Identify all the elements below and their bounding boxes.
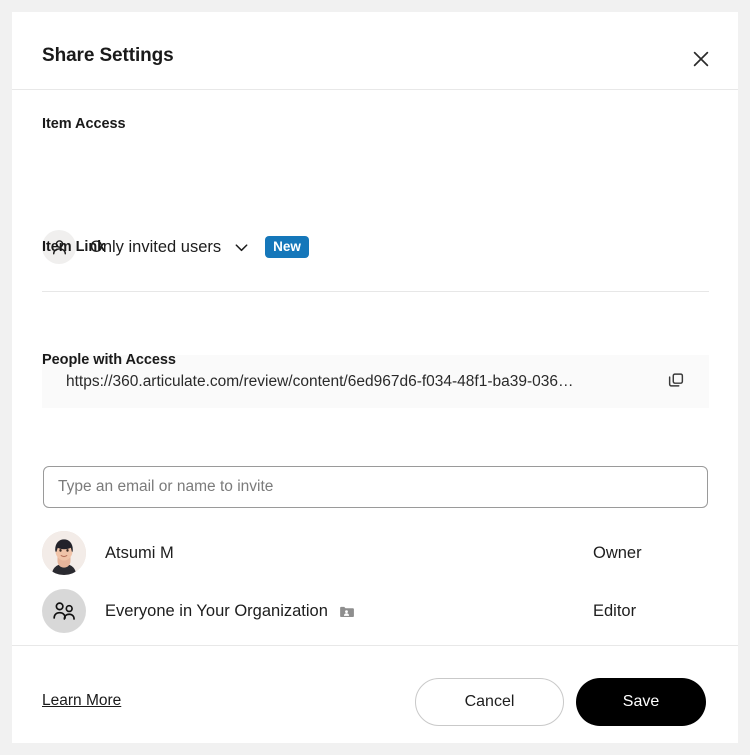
dialog-body: Item Access Only invited users New Item …	[12, 90, 738, 645]
table-row[interactable]: Atsumi M Owner	[42, 524, 709, 582]
user-photo-avatar	[42, 531, 86, 575]
table-row[interactable]: Everyone in Your Organization Editor	[42, 582, 709, 640]
dialog-header: Share Settings	[12, 12, 738, 90]
people-list: Atsumi M Owner Everyone in Your Organiza…	[42, 524, 709, 645]
dialog-footer: Learn More Cancel Save	[12, 645, 738, 743]
person-name-text: Everyone in Your Organization	[105, 601, 328, 620]
people-with-access-label: People with Access	[42, 352, 176, 368]
person-name: Atsumi M	[105, 544, 174, 563]
person-name-text: Atsumi M	[105, 543, 174, 562]
folder-person-icon	[339, 604, 354, 619]
person-name: Everyone in Your Organization	[105, 602, 354, 621]
save-button[interactable]: Save	[576, 678, 706, 726]
item-access-label: Item Access	[42, 116, 126, 132]
close-button[interactable]	[684, 42, 718, 76]
item-link-label: Item Link	[42, 239, 106, 255]
section-divider	[42, 291, 709, 292]
close-icon	[692, 50, 710, 68]
two-people-icon	[42, 589, 86, 633]
share-settings-dialog: Share Settings Item Access Only invited …	[12, 12, 738, 743]
copy-icon	[666, 370, 686, 393]
chevron-down-icon[interactable]	[233, 239, 250, 256]
item-link-url: https://360.articulate.com/review/conten…	[66, 372, 574, 390]
person-role: Editor	[593, 601, 637, 620]
person-role: Owner	[593, 543, 642, 562]
invite-input[interactable]	[43, 466, 708, 508]
page-title: Share Settings	[42, 45, 174, 66]
item-access-value: Only invited users	[90, 237, 222, 256]
status-badge: New	[265, 235, 309, 259]
cancel-button[interactable]: Cancel	[415, 678, 564, 726]
copy-link-button[interactable]	[663, 369, 689, 395]
learn-more-link[interactable]: Learn More	[42, 692, 121, 710]
